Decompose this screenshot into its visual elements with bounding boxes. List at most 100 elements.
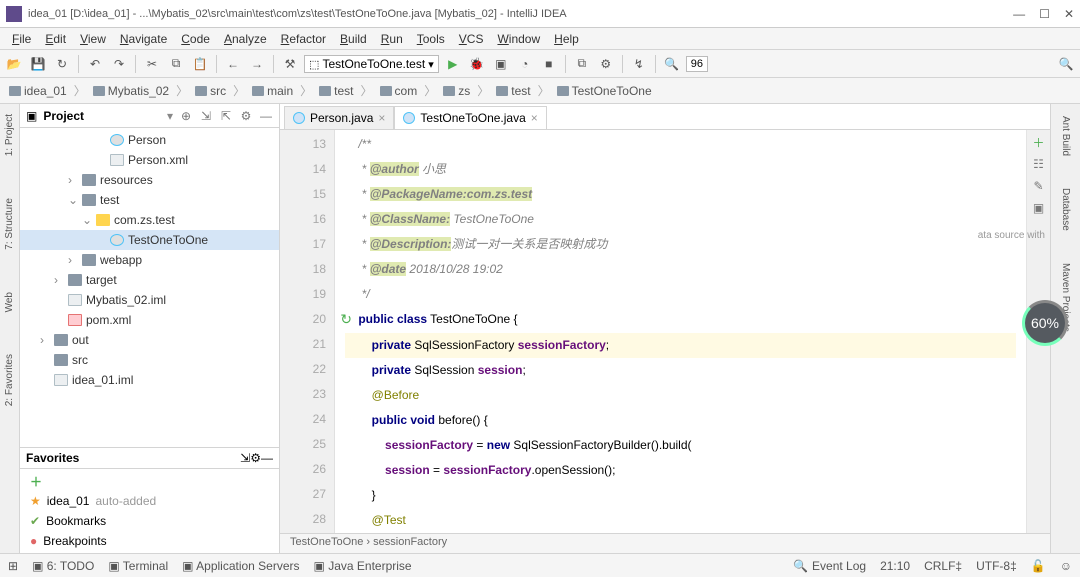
sync-icon[interactable]: ↻ xyxy=(52,54,72,74)
search-everywhere-icon[interactable]: 🔍 xyxy=(1056,54,1076,74)
left-tool-web[interactable]: Web xyxy=(4,286,15,318)
left-tool-2-favorites[interactable]: 2: Favorites xyxy=(4,348,15,412)
zoom-level[interactable]: 96 xyxy=(686,56,708,72)
crumb-test[interactable]: test xyxy=(316,82,356,100)
line-ending[interactable]: CRLF‡ xyxy=(924,559,962,573)
collapse-icon[interactable]: ⇲ xyxy=(199,109,213,123)
tree-item-testonetoone[interactable]: TestOneToOne xyxy=(20,230,279,250)
open-icon[interactable]: 📂 xyxy=(4,54,24,74)
paste-icon[interactable]: 📋 xyxy=(190,54,210,74)
tree-item-test[interactable]: ⌄test xyxy=(20,190,279,210)
file-encoding[interactable]: UTF-8‡ xyxy=(976,559,1017,573)
left-tool-1-project[interactable]: 1: Project xyxy=(4,108,15,162)
menu-navigate[interactable]: Navigate xyxy=(114,30,173,48)
editor-tool1-icon[interactable]: ☷ xyxy=(1031,156,1047,172)
menu-window[interactable]: Window xyxy=(491,30,546,48)
redo-icon[interactable]: ↷ xyxy=(109,54,129,74)
code-breadcrumb[interactable]: TestOneToOne › sessionFactory xyxy=(280,533,1050,553)
status-application-servers[interactable]: ▣ Application Servers xyxy=(182,559,299,573)
tree-item-mybatis_02-iml[interactable]: Mybatis_02.iml xyxy=(20,290,279,310)
crumb-test[interactable]: test xyxy=(493,82,533,100)
status-java-enterprise[interactable]: ▣ Java Enterprise xyxy=(314,559,412,573)
menu-help[interactable]: Help xyxy=(548,30,585,48)
menu-file[interactable]: File xyxy=(6,30,37,48)
readonly-lock-icon[interactable]: 🔓 xyxy=(1031,559,1046,573)
debug-button[interactable]: 🐞 xyxy=(467,54,487,74)
tree-item-idea_01-iml[interactable]: idea_01.iml xyxy=(20,370,279,390)
maximize-button[interactable]: ☐ xyxy=(1039,7,1050,21)
crumb-idea_01[interactable]: idea_01 xyxy=(6,82,70,100)
fav-gear-icon[interactable]: ⚙ xyxy=(250,451,261,465)
close-tab-icon[interactable]: × xyxy=(531,111,538,125)
close-tab-icon[interactable]: × xyxy=(378,111,385,125)
right-tool-database[interactable]: Database xyxy=(1060,182,1071,237)
tab-person-java[interactable]: Person.java× xyxy=(284,106,394,129)
gear-icon[interactable]: ⚙ xyxy=(239,109,253,123)
crumb-zs[interactable]: zs xyxy=(440,82,473,100)
tree-item-com-zs-test[interactable]: ⌄com.zs.test xyxy=(20,210,279,230)
tree-item-target[interactable]: ›target xyxy=(20,270,279,290)
build-icon[interactable]: ⚒ xyxy=(280,54,300,74)
tree-item-src[interactable]: src xyxy=(20,350,279,370)
run-button[interactable]: ▶ xyxy=(443,54,463,74)
hide-icon[interactable]: — xyxy=(259,109,273,123)
tree-item-webapp[interactable]: ›webapp xyxy=(20,250,279,270)
status-6-todo[interactable]: ▣ 6: TODO xyxy=(32,559,94,573)
add-favorite-icon[interactable]: ＋ xyxy=(30,473,42,490)
tree-item-person-xml[interactable]: Person.xml xyxy=(20,150,279,170)
status-terminal[interactable]: ▣ Terminal xyxy=(108,559,168,573)
status-windowed-icon[interactable]: ⊞ xyxy=(8,559,18,573)
crumb-src[interactable]: src xyxy=(192,82,229,100)
fav-collapse-icon[interactable]: ⇲ xyxy=(240,451,250,465)
fav-bookmarks[interactable]: ✔Bookmarks xyxy=(20,511,279,531)
coverage-icon[interactable]: ▣ xyxy=(491,54,511,74)
cut-icon[interactable]: ✂ xyxy=(142,54,162,74)
structure-icon[interactable]: ⧉ xyxy=(572,54,592,74)
autoscroll-icon[interactable]: ⊕ xyxy=(179,109,193,123)
code-editor[interactable]: /** * @author 小思 * @PackageName:com.zs.t… xyxy=(335,130,1026,533)
editor-tool3-icon[interactable]: ▣ xyxy=(1031,200,1047,216)
crumb-TestOneToOne[interactable]: TestOneToOne xyxy=(554,82,655,100)
favorites-label[interactable]: Favorites xyxy=(26,451,240,465)
crumb-com[interactable]: com xyxy=(377,82,421,100)
stop-button[interactable]: ■ xyxy=(539,54,559,74)
menu-vcs[interactable]: VCS xyxy=(453,30,490,48)
menu-analyze[interactable]: Analyze xyxy=(218,30,273,48)
event-log-button[interactable]: 🔍 Event Log xyxy=(793,559,866,573)
caret-position[interactable]: 21:10 xyxy=(880,559,910,573)
close-button[interactable]: ✕ xyxy=(1064,7,1074,21)
save-icon[interactable]: 💾 xyxy=(28,54,48,74)
left-tool-7-structure[interactable]: 7: Structure xyxy=(4,192,15,256)
tree-item-out[interactable]: ›out xyxy=(20,330,279,350)
menu-code[interactable]: Code xyxy=(175,30,216,48)
editor-tool2-icon[interactable]: ✎ xyxy=(1031,178,1047,194)
tree-item-person[interactable]: Person xyxy=(20,130,279,150)
tree-item-pom-xml[interactable]: pom.xml xyxy=(20,310,279,330)
menu-run[interactable]: Run xyxy=(375,30,409,48)
undo-icon[interactable]: ↶ xyxy=(85,54,105,74)
expand-icon[interactable]: ⇱ xyxy=(219,109,233,123)
copy-icon[interactable]: ⧉ xyxy=(166,54,186,74)
menu-edit[interactable]: Edit xyxy=(39,30,72,48)
editor-add-icon[interactable]: ＋ xyxy=(1031,134,1047,150)
run-config-select[interactable]: ⬚ TestOneToOne.test ▾ xyxy=(304,55,439,73)
fav-idea_01[interactable]: ★idea_01 auto-added xyxy=(20,491,279,511)
menu-view[interactable]: View xyxy=(74,30,112,48)
back-icon[interactable]: ← xyxy=(223,54,243,74)
crumb-Mybatis_02[interactable]: Mybatis_02 xyxy=(90,82,172,100)
minimize-button[interactable]: — xyxy=(1013,7,1025,21)
zoom-icon[interactable]: 🔍 xyxy=(662,54,682,74)
project-view-icon[interactable]: ▣ xyxy=(26,109,37,123)
menu-refactor[interactable]: Refactor xyxy=(275,30,332,48)
fav-hide-icon[interactable]: — xyxy=(261,451,273,465)
settings-icon[interactable]: ⚙ xyxy=(596,54,616,74)
menu-build[interactable]: Build xyxy=(334,30,373,48)
forward-icon[interactable]: → xyxy=(247,54,267,74)
hector-icon[interactable]: ☺ xyxy=(1060,559,1072,573)
run-marker-icon[interactable]: ↻ xyxy=(340,307,352,332)
menu-tools[interactable]: Tools xyxy=(411,30,451,48)
project-panel-label[interactable]: Project xyxy=(43,109,161,123)
right-tool-ant-build[interactable]: Ant Build xyxy=(1060,110,1071,162)
fav-breakpoints[interactable]: ●Breakpoints xyxy=(20,531,279,551)
profile-icon[interactable]: ◔ xyxy=(515,54,535,74)
